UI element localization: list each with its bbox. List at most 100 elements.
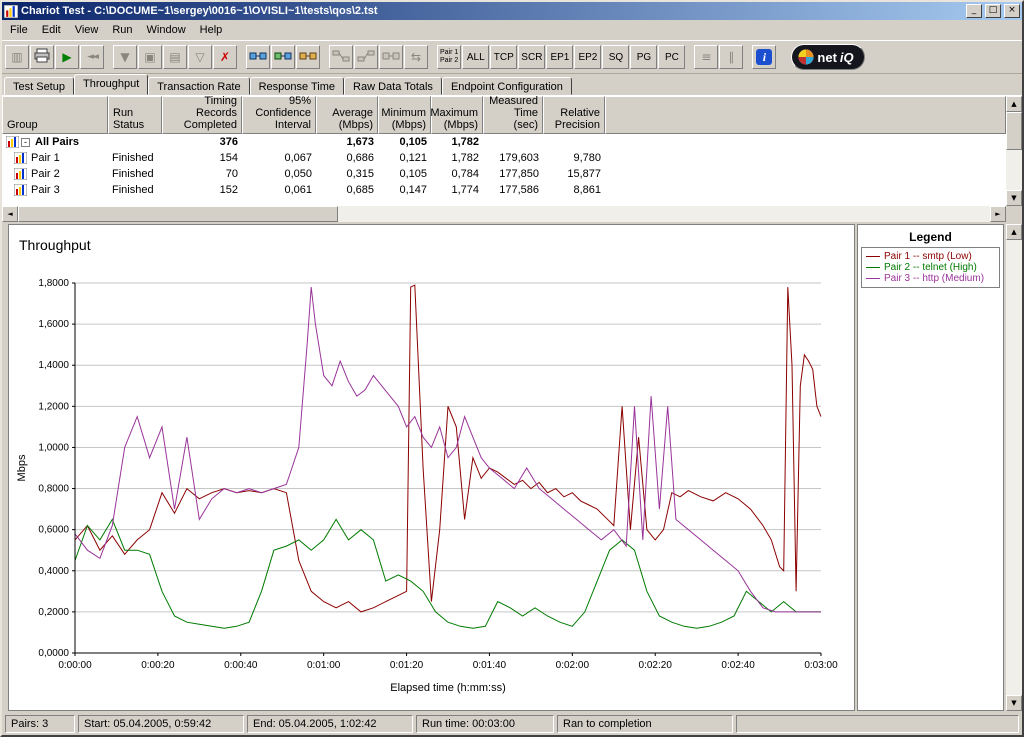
column-header-confidence-interval[interactable]: 95% Confidence Interval [242, 96, 316, 134]
column-header-relative-precision[interactable]: Relative Precision [543, 96, 605, 134]
tab-test-setup[interactable]: Test Setup [4, 77, 74, 95]
pair-chart-icon [14, 168, 27, 180]
table-scroll-up-button[interactable]: ▲ [1006, 96, 1022, 112]
help-info-button[interactable]: i [752, 45, 776, 69]
toolbar-scr-button[interactable]: SCR [518, 45, 545, 69]
toolbar-ep2-button[interactable]: EP2 [574, 45, 601, 69]
main-vertical-scrollbar[interactable]: ▲ ▼ [1006, 224, 1022, 711]
main-vscroll-track[interactable] [1006, 240, 1022, 695]
print-button[interactable] [30, 45, 54, 69]
legend-label: Pair 1 -- smtp (Low) [884, 251, 972, 262]
legend-line-swatch [866, 267, 880, 268]
group-link-icon [332, 50, 350, 65]
measured-time-cell [483, 134, 543, 150]
timing-records-cell: 70 [162, 166, 242, 182]
column-header-run-status[interactable]: Run Status [108, 96, 162, 134]
show-pair-names-button[interactable]: Pair 1 Pair 2 [437, 45, 461, 69]
toolbar-ep1-button[interactable]: EP1 [546, 45, 573, 69]
ungroup-pairs-button[interactable] [354, 45, 378, 69]
table-row-pair-1[interactable]: Pair 1Finished1540,0670,6860,1211,782179… [2, 150, 1022, 166]
y-tick-label: 0,8000 [38, 484, 69, 495]
tab-raw-data-totals[interactable]: Raw Data Totals [344, 77, 442, 95]
collapse-expander[interactable]: - [21, 138, 30, 147]
minimum-cell: 0,105 [378, 166, 431, 182]
table-horizontal-scrollbar[interactable]: ◄ ► [2, 206, 1006, 222]
move-down-button[interactable]: ▼ [113, 45, 137, 69]
relative-precision-cell: 8,861 [543, 182, 605, 198]
toolbar-sq-button[interactable]: SQ [602, 45, 629, 69]
table-vscroll-track[interactable] [1006, 112, 1022, 190]
table-vscroll-thumb[interactable] [1006, 112, 1022, 150]
results-table-panel: GroupRun StatusTiming Records Completed9… [2, 95, 1022, 222]
edit-pair-button[interactable] [271, 45, 295, 69]
y-tick-label: 0,2000 [38, 607, 69, 618]
toolbar-all-button[interactable]: ALL [462, 45, 489, 69]
menu-file[interactable]: File [3, 21, 35, 39]
group-cell: Pair 1 [2, 150, 108, 166]
show-list-button[interactable]: ≡ [694, 45, 718, 69]
confidence-interval-cell: 0,050 [242, 166, 316, 182]
table-row-pair-2[interactable]: Pair 2Finished700,0500,3150,1050,784177,… [2, 166, 1022, 182]
pair-stack-line-1: Pair 1 [440, 49, 458, 57]
x-tick-label: 0:00:00 [58, 660, 92, 671]
toolbar-tcp-button[interactable]: TCP [490, 45, 517, 69]
legend-label: Pair 3 -- http (Medium) [884, 273, 984, 284]
toolbar-pc-button[interactable]: PC [658, 45, 685, 69]
sort-columns-button[interactable]: ∥ [719, 45, 743, 69]
x-tick-label: 0:02:40 [721, 660, 755, 671]
filter-button[interactable]: ▽ [188, 45, 212, 69]
maximum-cell: 1,782 [431, 150, 483, 166]
new-test-icon: ▥ [11, 51, 22, 63]
y-axis-label: Mbps [16, 454, 28, 481]
group-pairs-button[interactable] [329, 45, 353, 69]
legend-item: Pair 2 -- telnet (High) [866, 262, 995, 273]
table-hscroll-track[interactable] [18, 206, 990, 222]
main-scroll-up-button[interactable]: ▲ [1006, 224, 1022, 240]
tab-transaction-rate[interactable]: Transaction Rate [148, 77, 249, 95]
main-scroll-down-button[interactable]: ▼ [1006, 695, 1022, 711]
paste-button[interactable]: ▤ [163, 45, 187, 69]
minimize-button[interactable]: _ [966, 4, 982, 18]
table-hscroll-thumb[interactable] [18, 206, 338, 222]
netiq-ball-icon [798, 49, 814, 65]
table-row-all-pairs[interactable]: -All Pairs3761,6730,1051,782 [2, 134, 1022, 150]
column-header-average[interactable]: Average (Mbps) [316, 96, 378, 134]
table-scroll-left-button[interactable]: ◄ [2, 206, 18, 222]
view-pair-button[interactable] [296, 45, 320, 69]
column-header-measured-time[interactable]: Measured Time (sec) [483, 96, 543, 134]
swap-icon: ⇆ [411, 51, 421, 63]
menu-help[interactable]: Help [193, 21, 230, 39]
menu-window[interactable]: Window [140, 21, 193, 39]
tab-throughput[interactable]: Throughput [74, 74, 148, 95]
table-scroll-right-button[interactable]: ► [990, 206, 1006, 222]
legend-panel: Legend Pair 1 -- smtp (Low)Pair 2 -- tel… [857, 224, 1004, 711]
table-row-pair-3[interactable]: Pair 3Finished1520,0610,6850,1471,774177… [2, 182, 1022, 198]
column-header-maximum[interactable]: Maximum (Mbps) [431, 96, 483, 134]
column-header-group[interactable]: Group [2, 96, 108, 134]
swap-endpoints-button[interactable]: ⇆ [404, 45, 428, 69]
maximize-button[interactable]: □ [985, 4, 1001, 18]
copy-button[interactable]: ▣ [138, 45, 162, 69]
x-tick-label: 0:00:20 [141, 660, 175, 671]
legend-line-swatch [866, 256, 880, 257]
confidence-interval-cell [242, 134, 316, 150]
add-pair-button[interactable] [246, 45, 270, 69]
menu-run[interactable]: Run [105, 21, 139, 39]
connect-pairs-button[interactable] [379, 45, 403, 69]
column-header-timing-records[interactable]: Timing Records Completed [162, 96, 242, 134]
tab-endpoint-configuration[interactable]: Endpoint Configuration [442, 77, 572, 95]
column-header-minimum[interactable]: Minimum (Mbps) [378, 96, 431, 134]
relative-precision-cell: 15,877 [543, 166, 605, 182]
toolbar-pg-button[interactable]: PG [630, 45, 657, 69]
menu-edit[interactable]: Edit [35, 21, 68, 39]
menu-view[interactable]: View [68, 21, 106, 39]
run-test-button[interactable]: ▶ [55, 45, 79, 69]
delete-button[interactable]: ✗ [213, 45, 237, 69]
table-vertical-scrollbar[interactable]: ▲ ▼ [1006, 96, 1022, 206]
y-tick-label: 0,0000 [38, 648, 69, 659]
table-scroll-down-button[interactable]: ▼ [1006, 190, 1022, 206]
new-test-button[interactable]: ▥ [5, 45, 29, 69]
close-button[interactable]: × [1004, 4, 1020, 18]
tab-response-time[interactable]: Response Time [250, 77, 344, 95]
rewind-button[interactable]: ◄◄ [80, 45, 104, 69]
